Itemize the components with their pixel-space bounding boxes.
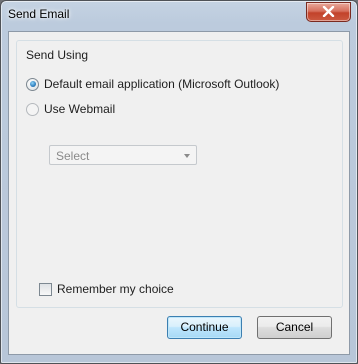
webmail-select[interactable]: Select — [49, 145, 197, 165]
close-icon — [322, 6, 335, 17]
chevron-down-icon — [184, 154, 190, 158]
window-title: Send Email — [8, 7, 70, 21]
close-button[interactable] — [306, 2, 351, 22]
send-email-dialog: Send Email Send Using Default email appl… — [0, 0, 358, 364]
cancel-button[interactable]: Cancel — [257, 316, 332, 339]
remember-choice-row[interactable]: Remember my choice — [39, 282, 174, 296]
remember-choice-label: Remember my choice — [57, 282, 174, 296]
dialog-content: Send Using Default email application (Mi… — [8, 31, 350, 355]
webmail-select-value: Select — [56, 149, 90, 163]
radio-use-webmail-label: Use Webmail — [44, 102, 116, 116]
remember-choice-checkbox[interactable] — [39, 282, 52, 296]
radio-default-email-label: Default email application (Microsoft Out… — [44, 77, 280, 91]
radio-button-default-email[interactable] — [26, 77, 39, 91]
group-label: Send Using — [26, 48, 89, 62]
title-bar[interactable]: Send Email — [1, 1, 357, 24]
radio-default-email[interactable]: Default email application (Microsoft Out… — [26, 77, 279, 91]
continue-button[interactable]: Continue — [167, 316, 242, 339]
radio-use-webmail[interactable]: Use Webmail — [26, 102, 115, 116]
radio-button-use-webmail[interactable] — [26, 102, 39, 116]
send-using-group: Send Using Default email application (Mi… — [16, 40, 343, 308]
